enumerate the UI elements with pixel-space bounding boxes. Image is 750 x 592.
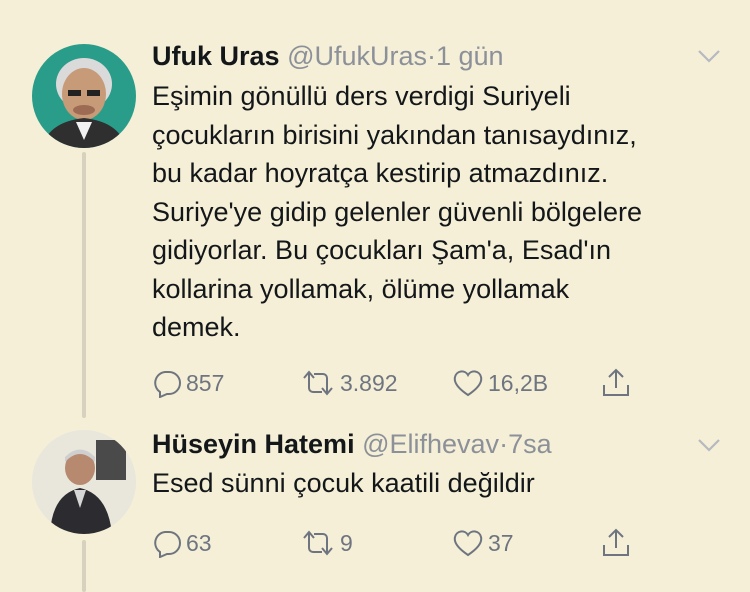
- retweet-icon: [303, 530, 333, 556]
- reply-count: 857: [186, 369, 225, 396]
- author-handle[interactable]: @Elifhevav: [362, 429, 499, 459]
- reply-button[interactable]: 63: [152, 526, 212, 560]
- tweet-header: Ufuk Uras @UfukUras·1 gün: [152, 40, 504, 72]
- tweet-actions: 63 9 37: [152, 526, 642, 560]
- timestamp[interactable]: 1 gün: [436, 41, 504, 71]
- retweet-count: 3.892: [340, 369, 398, 396]
- tweet-text: Esed sünni çocuk kaatili değildir: [152, 468, 535, 498]
- reply-count: 63: [186, 529, 212, 556]
- chevron-down-icon[interactable]: [696, 432, 722, 458]
- retweet-count: 9: [340, 529, 353, 556]
- avatar[interactable]: [32, 44, 136, 148]
- share-button[interactable]: [600, 526, 632, 560]
- share-icon: [603, 368, 629, 396]
- share-button[interactable]: [600, 366, 632, 400]
- timestamp[interactable]: 7sa: [508, 429, 552, 459]
- author-handle[interactable]: @UfukUras: [287, 41, 427, 71]
- reply-icon: [154, 531, 181, 558]
- like-button[interactable]: 16,2B: [452, 366, 548, 400]
- author-name[interactable]: Ufuk Uras: [152, 41, 280, 71]
- avatar[interactable]: [32, 430, 136, 534]
- separator-dot: ·: [427, 41, 436, 71]
- heart-icon: [453, 530, 483, 557]
- tweet[interactable]: Ufuk Uras @UfukUras·1 gün Eşimin gönüllü…: [0, 0, 750, 420]
- share-icon: [603, 528, 629, 556]
- retweet-button[interactable]: 9: [300, 526, 353, 560]
- like-button[interactable]: 37: [452, 526, 514, 560]
- chevron-down-icon[interactable]: [696, 43, 722, 69]
- author-name[interactable]: Hüseyin Hatemi: [152, 429, 355, 459]
- separator-dot: ·: [499, 429, 509, 459]
- retweet-icon: [303, 370, 333, 396]
- reply-icon: [154, 371, 181, 398]
- reply-button[interactable]: 857: [152, 366, 224, 400]
- tweet-header: Hüseyin Hatemi @Elifhevav·7sa: [152, 428, 552, 460]
- like-count: 37: [488, 529, 514, 556]
- tweet[interactable]: Hüseyin Hatemi @Elifhevav·7sa Esed sünni…: [0, 420, 750, 592]
- tweet-text: Eşimin gönüllü ders verdigi Suriyeli çoc…: [152, 81, 642, 342]
- retweet-button[interactable]: 3.892: [300, 366, 398, 400]
- like-count: 16,2B: [488, 369, 549, 396]
- heart-icon: [453, 370, 483, 397]
- tweet-actions: 857 3.892 16,2B: [152, 366, 642, 400]
